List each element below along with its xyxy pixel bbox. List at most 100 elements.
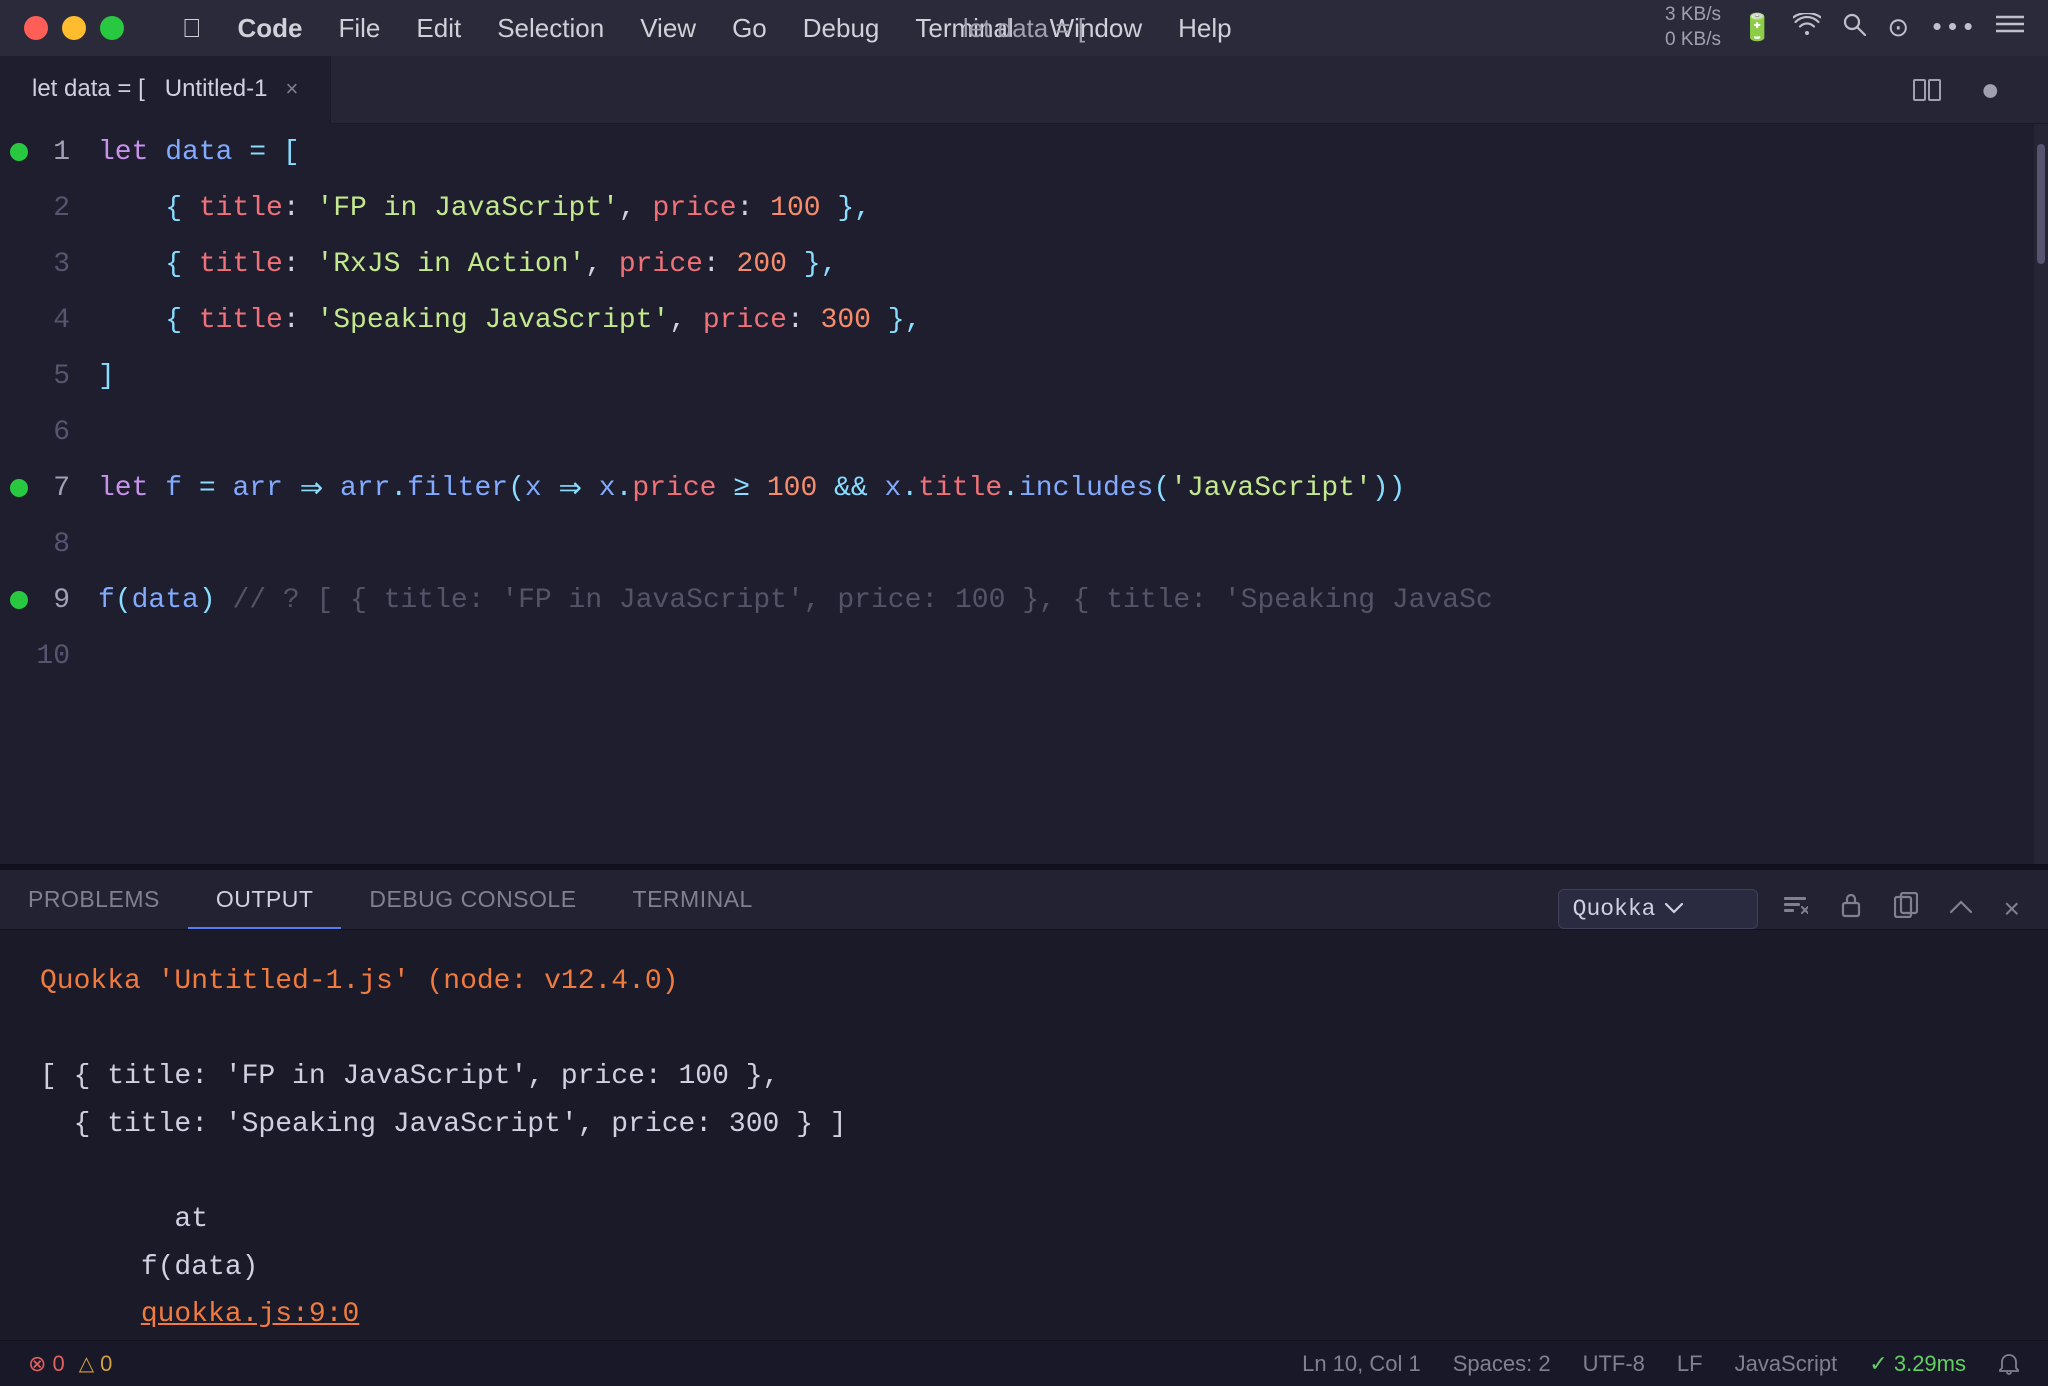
menu-view[interactable]: View [622,9,714,48]
panel-tabbar: PROBLEMS OUTPUT DEBUG CONSOLE TERMINAL Q… [0,870,2048,930]
code-line-1: let data = [ [90,124,2034,180]
fn-includes: includes [1019,473,1153,504]
result-9: [ { title: 'FP in JavaScript', price: 10… [316,585,1492,616]
scroll-up-button[interactable] [1942,889,1980,928]
menu-help[interactable]: Help [1160,9,1249,48]
more-icon[interactable]: ••• [1929,13,1976,43]
menu-debug[interactable]: Debug [785,9,898,48]
tabbar: let data = [ Untitled-1 × ● [0,56,2048,124]
status-perf: ✓ 3.29ms [1869,1351,1966,1377]
menu-edit[interactable]: Edit [398,9,479,48]
code-line-10 [90,628,2034,684]
status-errors[interactable]: ⊗ 0 △ 0 [28,1351,112,1377]
line-3-gutter: 3 [0,236,90,292]
var-x-7b: x [599,473,616,504]
close-panel-button[interactable]: × [1996,889,2028,929]
status-language[interactable]: JavaScript [1735,1351,1838,1377]
copy-output-button[interactable] [1886,888,1926,929]
num-300: 300 [821,305,871,336]
tab-untitled-1[interactable]: let data = [ Untitled-1 × [0,56,331,124]
control-center-icon[interactable]: ⊙ [1887,13,1909,44]
quokka-link[interactable]: quokka.js:9:0 [141,1299,359,1330]
line-5-number: 5 [53,361,70,392]
line-1-gutter: 1 [0,124,90,180]
menu-go[interactable]: Go [714,9,785,48]
tab-debug-console[interactable]: DEBUG CONSOLE [341,871,604,929]
prop-title-4: title [199,305,283,336]
minimize-button[interactable] [62,16,86,40]
plain-7i [750,473,767,504]
dot-7b: . [616,473,633,504]
status-spaces[interactable]: Spaces: 2 [1453,1351,1551,1377]
error-icon: ⊗ [28,1351,46,1377]
var-data-9: data [132,585,199,616]
menu-selection[interactable]: Selection [479,9,622,48]
op-gte: ≥ [733,473,750,504]
panel-output-content: Quokka 'Untitled-1.js' (node: v12.4.0) [… [0,930,2048,1340]
var-x-7a: x [525,473,542,504]
line-7-number: 7 [53,473,70,504]
status-notification[interactable] [1998,1353,2020,1375]
line-9-number: 9 [53,585,70,616]
search-icon[interactable] [1841,11,1867,45]
plain-9a [216,585,233,616]
empty-8 [98,529,115,560]
dot-button[interactable]: ● [1981,71,2024,108]
network-speed: 3 KB/s 0 KB/s [1665,3,1721,52]
output-line-1: Quokka 'Untitled-1.js' (node: v12.4.0) [40,958,2008,1006]
status-position[interactable]: Ln 10, Col 1 [1302,1351,1421,1377]
close-button[interactable] [24,16,48,40]
colon-2b: : [737,193,771,224]
colon-2: : [283,193,317,224]
plain-1 [148,137,165,168]
line-6-number: 6 [53,417,70,448]
space-4 [871,305,888,336]
clear-output-button[interactable] [1774,889,1816,928]
code-line-3: { title : 'RxJS in Action' , price : 200… [90,236,2034,292]
dot-7c: . [901,473,918,504]
prop-title-7: title [918,473,1002,504]
menu-code[interactable]: Code [220,9,321,48]
output-source-dropdown[interactable]: Quokka [1558,889,1758,929]
plain-7d [283,473,300,504]
brace-close-2: }, [837,193,871,224]
code-line-4: { title : 'Speaking JavaScript' , price … [90,292,2034,348]
lock-output-button[interactable] [1832,888,1870,929]
tab-close-icon[interactable]: × [285,76,298,102]
tab-terminal-label: TERMINAL [633,886,753,913]
colon-4b: : [787,305,821,336]
line-8-gutter: 8 [0,516,90,572]
str-fp: 'FP in JavaScript' [316,193,618,224]
status-encoding[interactable]: UTF-8 [1583,1351,1645,1377]
brace-open-2: { [165,193,199,224]
tab-terminal[interactable]: TERMINAL [605,871,781,929]
empty-10 [98,641,115,672]
status-line-ending[interactable]: LF [1677,1351,1703,1377]
scrollbar-thumb[interactable] [2037,144,2045,264]
line-1-number: 1 [53,137,70,168]
line-9-gutter: 9 [0,572,90,628]
op-eq-7: = [199,473,216,504]
list-icon[interactable] [1996,13,2024,43]
encoding-text: UTF-8 [1583,1351,1645,1377]
line-6-gutter: 6 [0,404,90,460]
menu-apple[interactable]:  [164,9,220,48]
fn-f-9: f [98,585,115,616]
statusbar: ⊗ 0 △ 0 Ln 10, Col 1 Spaces: 2 UTF-8 LF … [0,1340,2048,1386]
code-content[interactable]: let data = [ { title : 'FP in JavaScript… [90,124,2034,864]
menu-file[interactable]: File [321,9,399,48]
tab-problems[interactable]: PROBLEMS [0,871,188,929]
editor-scrollbar[interactable] [2034,124,2048,864]
tab-output[interactable]: OUTPUT [188,871,342,929]
str-rxjs: 'RxJS in Action' [316,249,585,280]
brace-open-3: { [165,249,199,280]
position-text: Ln 10, Col 1 [1302,1351,1421,1377]
window-controls [24,16,124,40]
split-editor-button[interactable] [1913,79,1965,101]
var-x-7c: x [885,473,902,504]
language-text: JavaScript [1735,1351,1838,1377]
paren-close-7: )) [1372,473,1406,504]
line-1-indicator [10,143,28,161]
line-5-gutter: 5 [0,348,90,404]
maximize-button[interactable] [100,16,124,40]
